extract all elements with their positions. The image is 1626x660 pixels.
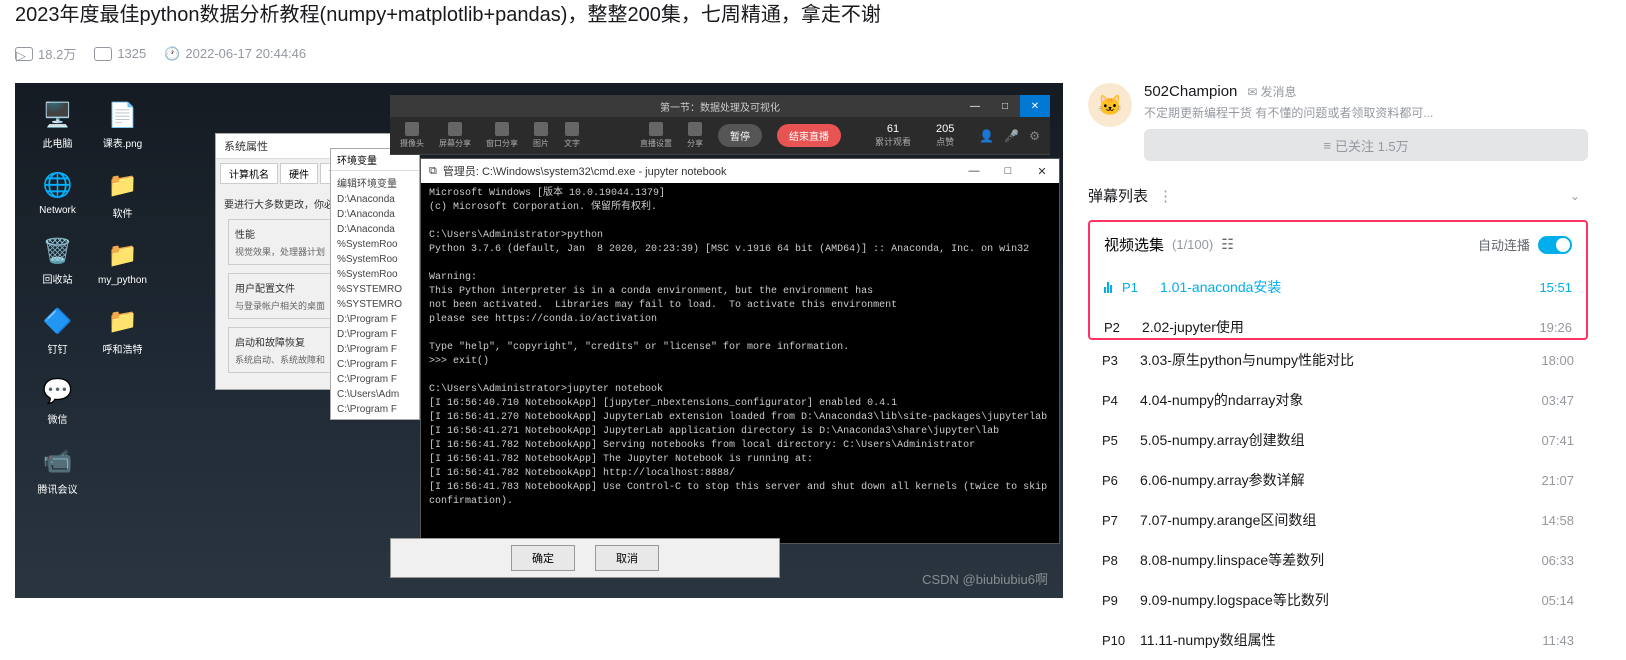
cmd-icon: ⧉ [429, 165, 437, 178]
desktop-icon: 📁my_python [95, 238, 150, 286]
user-icon: 👤 [979, 129, 994, 143]
more-icon: ⋮ [1158, 187, 1173, 205]
message-button[interactable]: ✉发消息 [1247, 83, 1296, 100]
streaming-window: 第一节：数据处理及可视化 — □ ✕ 摄像头 屏幕分享 窗口分享 图片 文字 直… [390, 95, 1050, 155]
uploader-info: 🐱 502Champion ✉发消息 不定期更新编程干货 有不懂的问题或者领取资… [1088, 83, 1588, 161]
playlist-item[interactable]: P11.01-anaconda安装 15:51 [1090, 267, 1586, 307]
follow-button[interactable]: ≡已关注 1.5万 [1144, 129, 1588, 161]
playlist-panel: 视频选集 (1/100) ☷ 自动连播 P11.01-anaconda安装 15… [1088, 220, 1588, 340]
minimize-icon: — [960, 95, 990, 117]
playlist-item[interactable]: P99.09-numpy.logspace等比数列 05:14 [1088, 580, 1588, 620]
avatar[interactable]: 🐱 [1088, 83, 1132, 127]
desktop-icon: 📹腾讯会议 [30, 444, 85, 496]
dialog-buttons: 确定 取消 [390, 538, 780, 578]
video-player[interactable]: 🖥️此电脑 🌐Network 🗑️回收站 🔷钉钉 💬微信 📹腾讯会议 📄课表.png 📁软件… [15, 83, 1063, 598]
desktop-icon: 💬微信 [30, 374, 85, 426]
danmaku-icon [94, 47, 112, 61]
close-icon: ✕ [1020, 95, 1050, 117]
video-content-desktop: 🖥️此电脑 🌐Network 🗑️回收站 🔷钉钉 💬微信 📹腾讯会议 📄课表.png 📁软件… [15, 83, 1063, 598]
maximize-icon: □ [991, 159, 1025, 183]
watermark: CSDN @biubiubiu6啊 [922, 569, 1048, 588]
menu-icon: ≡ [1323, 138, 1331, 153]
autoplay-label: 自动连播 [1478, 235, 1530, 254]
maximize-icon: □ [990, 95, 1020, 117]
publish-date: 🕐2022-06-17 20:44:46 [164, 46, 306, 62]
close-icon: ✕ [1025, 159, 1059, 183]
playlist-item[interactable]: P1011.11-numpy数组属性 11:43 [1088, 620, 1588, 660]
gear-icon: ⚙ [1029, 129, 1040, 143]
desktop-icon: 🌐Network [30, 168, 85, 216]
minimize-icon: — [957, 159, 991, 183]
playlist-title: 视频选集 [1104, 234, 1164, 255]
env-vars-window: 环境变量 编辑环境变量D:\AnacondaD:\AnacondaD:\Anac… [330, 148, 420, 420]
video-meta: ▷18.2万 1325 🕐2022-06-17 20:44:46 [15, 44, 1611, 63]
chevron-down-icon: ⌄ [1570, 189, 1580, 203]
desktop-icon: 📁呼和浩特 [95, 304, 150, 356]
playlist-item[interactable]: P66.06-numpy.array参数详解 21:07 [1088, 460, 1588, 500]
playlist-item[interactable]: P88.08-numpy.linspace等差数列 06:33 [1088, 540, 1588, 580]
list-icon[interactable]: ☷ [1221, 236, 1234, 253]
cancel-button: 取消 [595, 545, 659, 571]
playlist-count: (1/100) [1172, 237, 1213, 252]
clock-icon: 🕐 [164, 46, 180, 62]
playlist-item[interactable]: P33.03-原生python与numpy性能对比 18:00 [1088, 340, 1588, 380]
playlist-item[interactable]: P77.07-numpy.arange区间数组 14:58 [1088, 500, 1588, 540]
view-count: ▷18.2万 [15, 44, 76, 63]
desktop-icon: 📄课表.png [95, 98, 150, 150]
desktop-icon: 🖥️此电脑 [30, 98, 85, 150]
uploader-desc: 不定期更新编程干货 有不懂的问题或者领取资料都可... [1144, 104, 1588, 121]
mic-icon: 🎤 [1004, 129, 1019, 143]
autoplay-toggle[interactable] [1538, 236, 1572, 254]
playlist-item[interactable]: P55.05-numpy.array创建数组 07:41 [1088, 420, 1588, 460]
message-icon: ✉ [1247, 85, 1257, 99]
video-title: 2023年度最佳python数据分析教程(numpy+matplotlib+pa… [15, 0, 1611, 30]
playing-icon [1104, 281, 1112, 293]
ok-button: 确定 [511, 545, 575, 571]
playlist-item[interactable]: P44.04-numpy的ndarray对象 03:47 [1088, 380, 1588, 420]
play-icon: ▷ [15, 47, 33, 61]
cmd-window: ⧉ 管理员: C:\Windows\system32\cmd.exe - jup… [420, 158, 1060, 544]
desktop-icon: 🗑️回收站 [30, 234, 85, 286]
desktop-icon: 📁软件 [95, 168, 150, 220]
desktop-icon: 🔷钉钉 [30, 304, 85, 356]
danmaku-count: 1325 [94, 46, 146, 61]
uploader-name[interactable]: 502Champion [1144, 83, 1237, 100]
danmaku-list-header[interactable]: 弹幕列表 ⋮ ⌄ [1088, 171, 1588, 220]
